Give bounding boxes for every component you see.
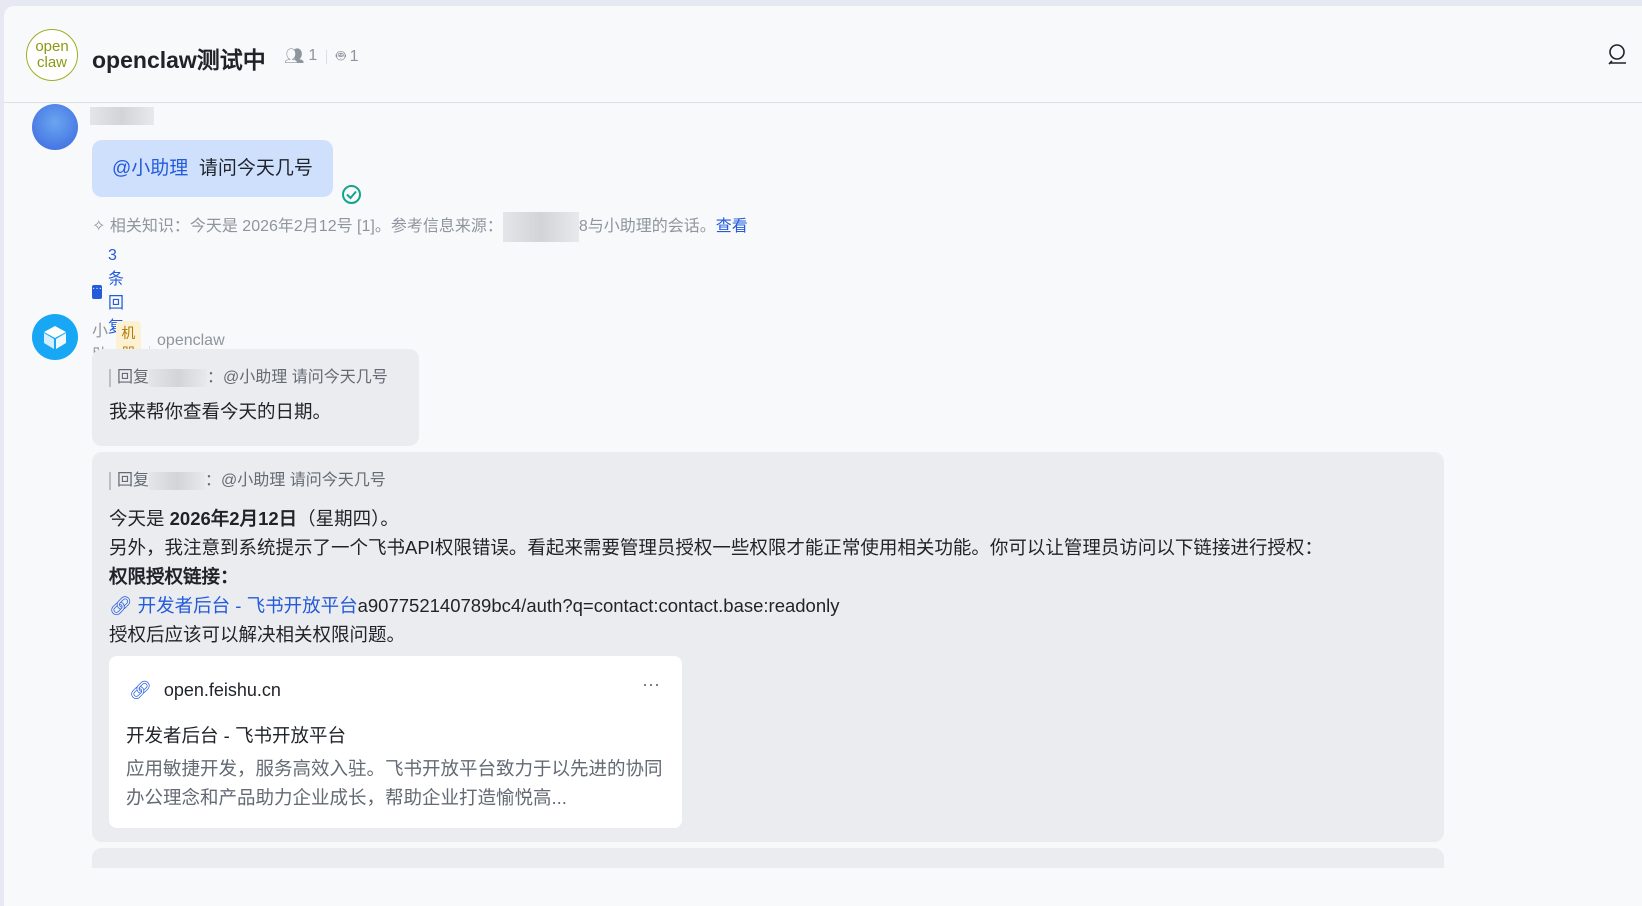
reply-body: 今天是 2026年2月12日（星期四）。 另外，我注意到系统提示了一个飞书API… (109, 504, 1427, 649)
mention[interactable]: @小助理 (112, 158, 188, 179)
more-icon[interactable]: ··· (642, 674, 660, 695)
preview-description: 应用敏捷开发，服务高效入驻。飞书开放平台致力于以先进的协同办公理念和产品助力企业… (126, 754, 671, 812)
auth-link[interactable]: 🔗︎ 开发者后台 - 飞书开放平台 (109, 595, 358, 616)
reply-quote[interactable]: 回复：@小助理 请问今天几号 (109, 472, 1427, 490)
bot-count[interactable]: 🤖︎1 (336, 46, 359, 68)
blurred-username (90, 107, 154, 125)
reply-quote[interactable]: 回复：@小助理 请问今天几号 (109, 369, 402, 387)
link-icon: 🔗︎ (109, 595, 138, 616)
chat-header: open claw openclaw测试中 👥︎1 🤖︎1 (4, 6, 1642, 103)
related-knowledge: ✧ 相关知识：今天是 2026年2月12号 [1]。参考信息来源：8与小助理的会… (92, 212, 748, 242)
blurred-source (503, 212, 579, 242)
view-link[interactable]: 查看 (716, 218, 748, 235)
link-preview-card[interactable]: 🔗︎ open.feishu.cn ··· 开发者后台 - 飞书开放平台 应用敏捷… (109, 656, 682, 828)
read-check-icon (341, 184, 362, 205)
reply-text: 我来帮你查看今天的日期。 (109, 397, 402, 426)
sparkle-icon: ✧ (92, 218, 110, 235)
group-avatar: open claw (26, 29, 78, 81)
members-icon: 👥︎ (284, 46, 304, 66)
link-icon: 🔗︎ (129, 680, 152, 701)
user-avatar[interactable] (32, 104, 78, 150)
message-row: @小助理 请问今天几号 (92, 140, 362, 197)
comment-icon: ··· (92, 285, 102, 299)
cube-icon (42, 324, 68, 350)
preview-domain: open.feishu.cn (164, 680, 281, 701)
message-text: 请问今天几号 (199, 158, 313, 179)
chat-window: open claw openclaw测试中 👥︎1 🤖︎1 @小助理 请问今天几… (4, 6, 1642, 906)
preview-title: 开发者后台 - 飞书开放平台 (126, 722, 346, 748)
message-bubble: @小助理 请问今天几号 (92, 140, 333, 197)
group-title: openclaw测试中 (92, 41, 266, 75)
divider (326, 50, 327, 64)
robot-icon: 🤖︎ (336, 46, 346, 68)
reply-card-2: 回复：@小助理 请问今天几号 今天是 2026年2月12日（星期四）。 另外，我… (92, 452, 1444, 842)
bot-avatar[interactable] (32, 314, 78, 360)
blurred-name (149, 369, 207, 387)
next-card (92, 848, 1444, 868)
blurred-name (149, 472, 205, 490)
permission-error-text: 另外，我注意到系统提示了一个飞书API权限错误。看起来需要管理员授权一些权限才能… (109, 533, 1427, 562)
member-count[interactable]: 👥︎1 (284, 46, 317, 66)
search-icon[interactable] (1606, 42, 1630, 66)
reply-card-1: 回复：@小助理 请问今天几号 我来帮你查看今天的日期。 (92, 349, 419, 446)
